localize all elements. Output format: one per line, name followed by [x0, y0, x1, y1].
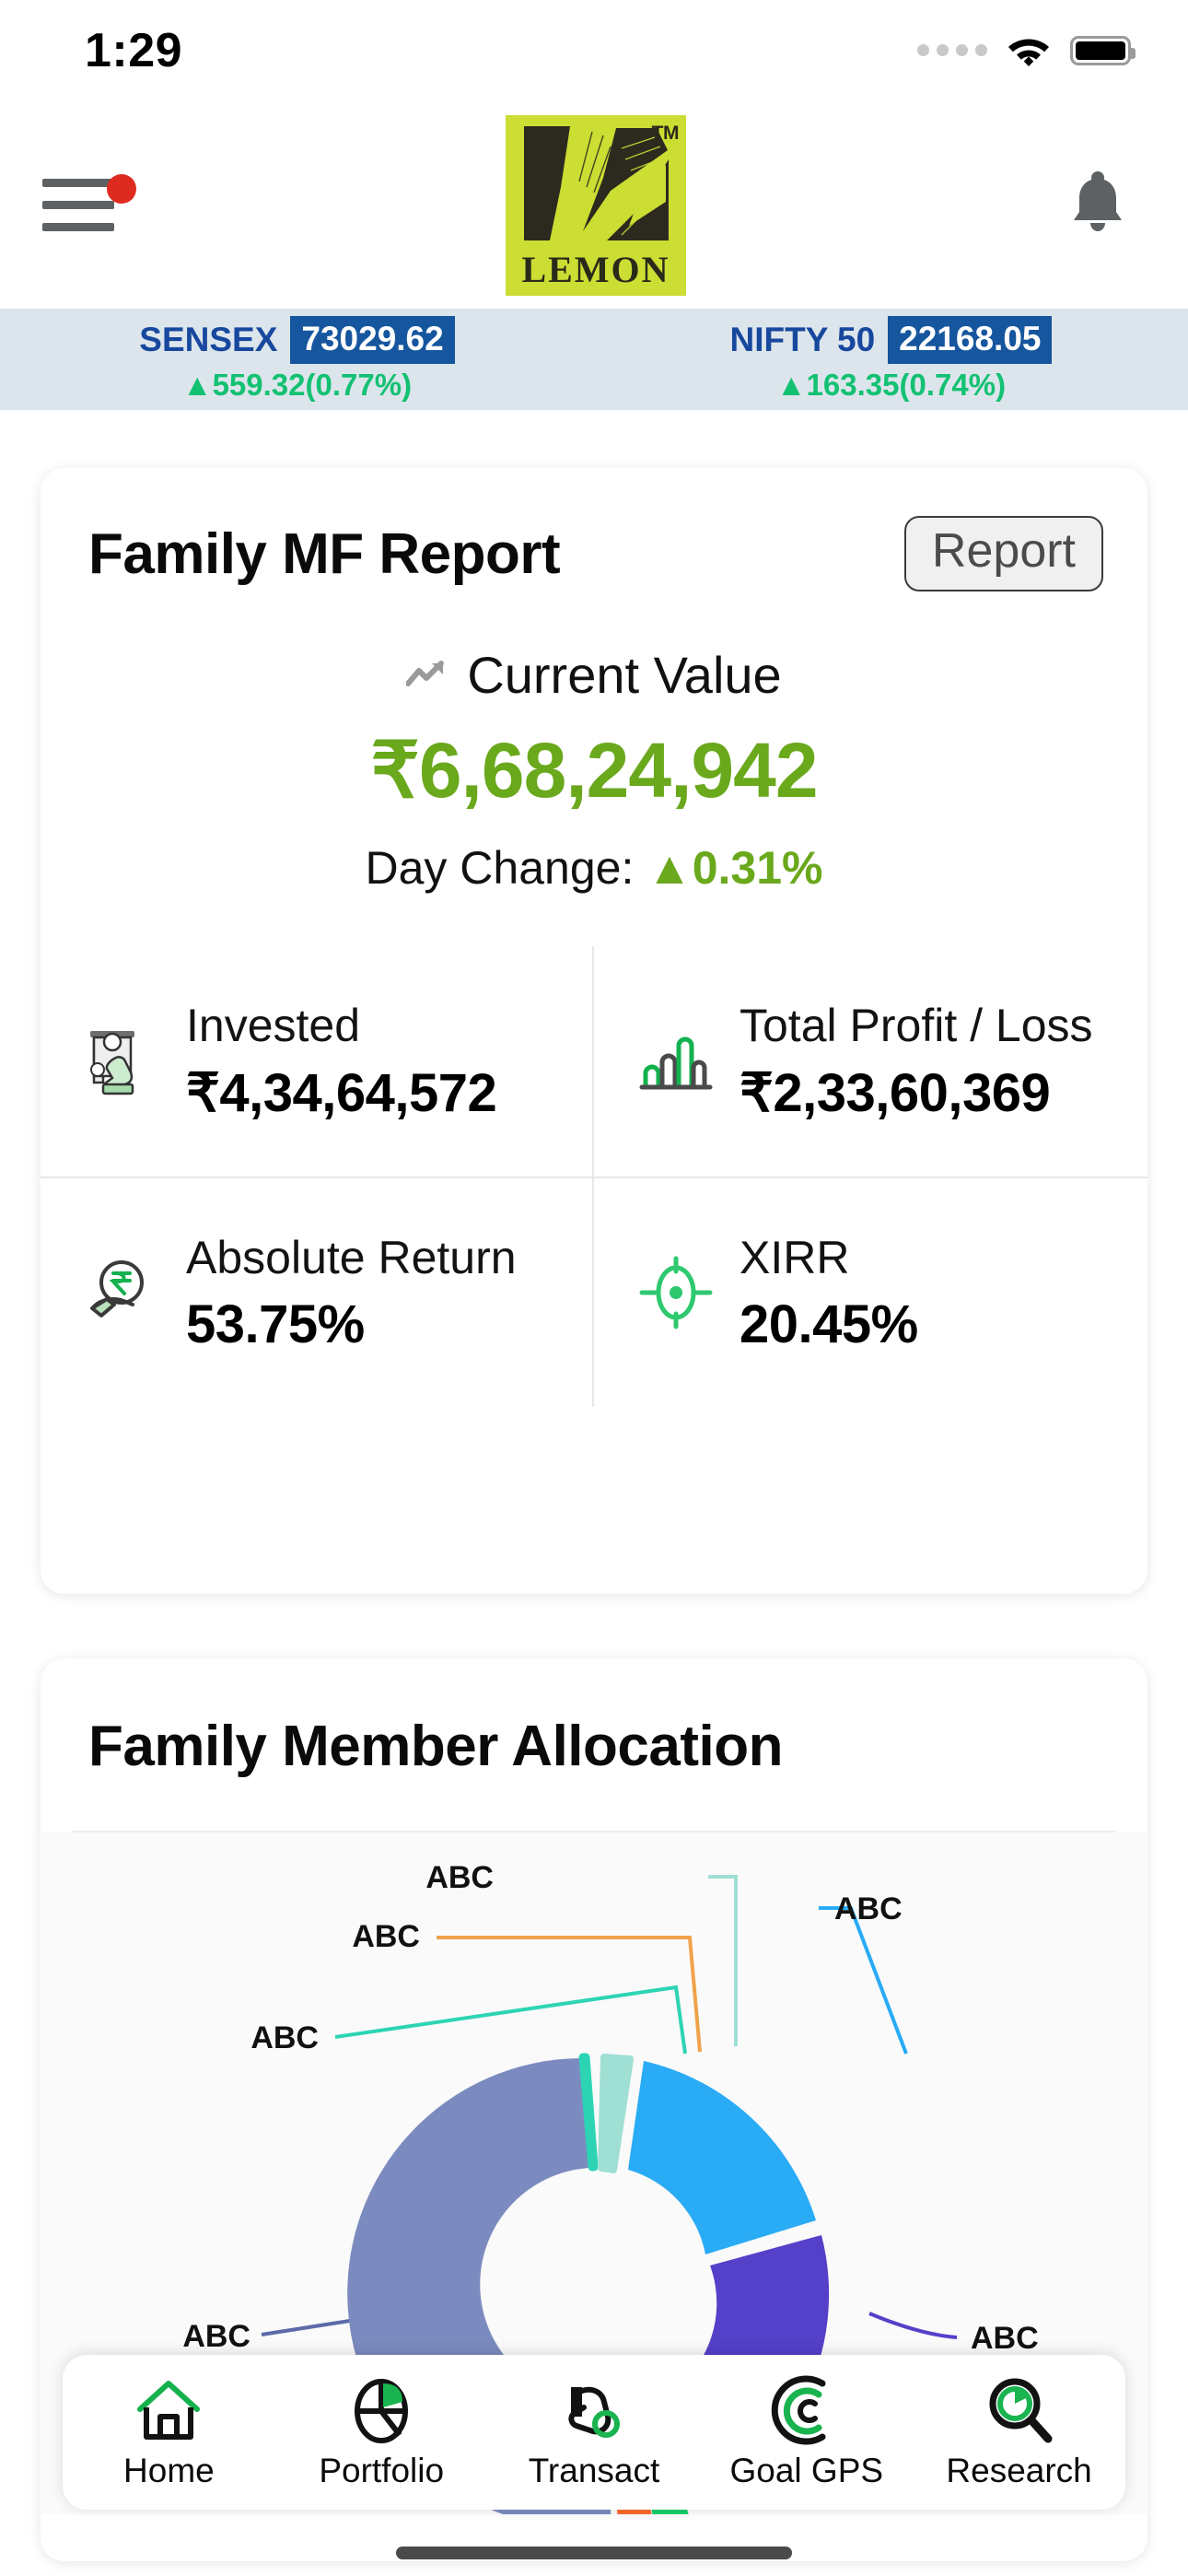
signal-dots-icon: [917, 43, 987, 58]
donut-label-purple: ABC: [971, 2321, 1039, 2356]
status-bar: 1:29: [0, 0, 1188, 101]
stat-label: Invested: [186, 1000, 361, 1051]
ticker-change: ▲163.35(0.74%): [775, 368, 1007, 402]
nav-item-transact[interactable]: Transact: [488, 2374, 701, 2490]
hand-coin-icon: [83, 1253, 162, 1332]
stat-total-profit-loss[interactable]: Total Profit / Loss ₹2,33,60,369: [594, 946, 1147, 1177]
trend-up-icon: [406, 660, 445, 686]
ticker-item-nifty50[interactable]: NIFTY 50 22168.05 ▲163.35(0.74%): [594, 316, 1188, 403]
logo-tm-mark: TM: [651, 122, 680, 144]
logo-wordmark: LEMON: [521, 248, 670, 290]
donut-label-top: ABC: [425, 1860, 494, 1895]
nav-label: Home: [123, 2452, 215, 2489]
app-logo[interactable]: TM LEMON: [506, 114, 686, 296]
stat-invested[interactable]: Invested ₹4,34,64,572: [41, 946, 594, 1177]
callout-line-top: [708, 1875, 738, 2046]
ticker-value: 22168.05: [888, 316, 1053, 364]
search-clock-icon: [984, 2374, 1055, 2446]
nav-label: Goal GPS: [729, 2452, 884, 2489]
nav-label: Research: [946, 2452, 1092, 2489]
callout-line-teal: [334, 1985, 687, 2055]
donut-slice-blue[interactable]: [628, 2061, 816, 2254]
nav-item-portfolio[interactable]: Portfolio: [275, 2374, 488, 2490]
ticker-name: SENSEX: [139, 321, 278, 358]
target-icon: [636, 1253, 716, 1332]
app-screen: 1:29 TM LEMON SENSEX 73029.62 ▲559.32(0.…: [0, 0, 1188, 2576]
ticker-value: 73029.62: [290, 316, 455, 364]
status-indicators: [917, 35, 1136, 66]
status-time: 1:29: [85, 24, 183, 77]
page-title: Family MF Report: [88, 521, 561, 586]
stats-grid: Invested ₹4,34,64,572 Total Profit / Los…: [41, 946, 1147, 1407]
notification-dot: [107, 173, 136, 204]
wifi-icon: [1008, 39, 1049, 66]
app-header: TM LEMON: [0, 101, 1188, 309]
stat-label: Total Profit / Loss: [740, 1000, 1093, 1051]
nav-item-home[interactable]: Home: [63, 2374, 275, 2490]
battery-icon: [1070, 36, 1136, 65]
stat-value: 20.45%: [740, 1294, 918, 1354]
bell-icon[interactable]: [1063, 168, 1133, 243]
bottom-navigation-bar: Home Portfolio Transact Goal GPS Researc…: [63, 2355, 1125, 2510]
mf-card-header: Family MF Report Report: [41, 468, 1147, 591]
home-indicator[interactable]: [396, 2547, 792, 2559]
donut-label-blue: ABC: [834, 1891, 903, 1926]
current-value-block: Current Value ₹6,68,24,942 Day Change: ▲…: [41, 645, 1147, 895]
nav-item-goal-gps[interactable]: Goal GPS: [700, 2374, 913, 2490]
nav-item-research[interactable]: Research: [913, 2374, 1125, 2490]
stat-label: Absolute Return: [186, 1231, 517, 1283]
hamburger-menu-icon[interactable]: [37, 169, 136, 242]
callout-line-blue: [819, 1906, 908, 2055]
nav-label: Portfolio: [319, 2452, 445, 2489]
stat-absolute-return[interactable]: Absolute Return 53.75%: [41, 1177, 594, 1407]
bar-chart-icon: [636, 1022, 716, 1101]
radar-icon: [771, 2374, 843, 2446]
donut-slice-mint[interactable]: [598, 2054, 634, 2173]
home-icon: [133, 2374, 204, 2446]
callout-line-purple: [868, 2312, 958, 2339]
ticker-item-sensex[interactable]: SENSEX 73029.62 ▲559.32(0.77%): [0, 316, 594, 403]
hand-cash-icon: [83, 1022, 162, 1101]
stat-value: ₹2,33,60,369: [740, 1063, 1051, 1123]
ticker-name: NIFTY 50: [729, 321, 876, 358]
day-change-label: Day Change:: [365, 842, 635, 894]
donut-label-teal: ABC: [250, 2020, 319, 2055]
report-button[interactable]: Report: [903, 516, 1103, 591]
hand-coin-icon: [558, 2374, 630, 2446]
stat-value: ₹4,34,64,572: [186, 1063, 497, 1123]
allocation-title: Family Member Allocation: [88, 1715, 783, 1778]
stat-label: XIRR: [740, 1231, 850, 1283]
donut-label-orange: ABC: [352, 1919, 420, 1954]
donut-label-slate: ABC: [182, 2319, 250, 2354]
market-ticker-bar: SENSEX 73029.62 ▲559.32(0.77%) NIFTY 50 …: [0, 309, 1188, 410]
current-value-label: Current Value: [467, 646, 782, 704]
pie-chart-icon: [345, 2374, 417, 2446]
stat-xirr[interactable]: XIRR 20.45%: [594, 1177, 1147, 1407]
ticker-change: ▲559.32(0.77%): [181, 368, 413, 402]
stat-value: 53.75%: [186, 1294, 365, 1354]
family-mf-report-card: Family MF Report Report Current Value ₹6…: [41, 468, 1147, 1594]
day-change-value: ▲0.31%: [646, 842, 823, 894]
leaf-logo-icon: [518, 122, 673, 252]
day-change-row: Day Change: ▲0.31%: [41, 841, 1147, 895]
callout-line-orange: [437, 1936, 702, 2053]
current-value-amount: ₹6,68,24,942: [370, 727, 818, 814]
nav-label: Transact: [528, 2452, 660, 2489]
current-value-label-row: Current Value: [41, 645, 1147, 705]
